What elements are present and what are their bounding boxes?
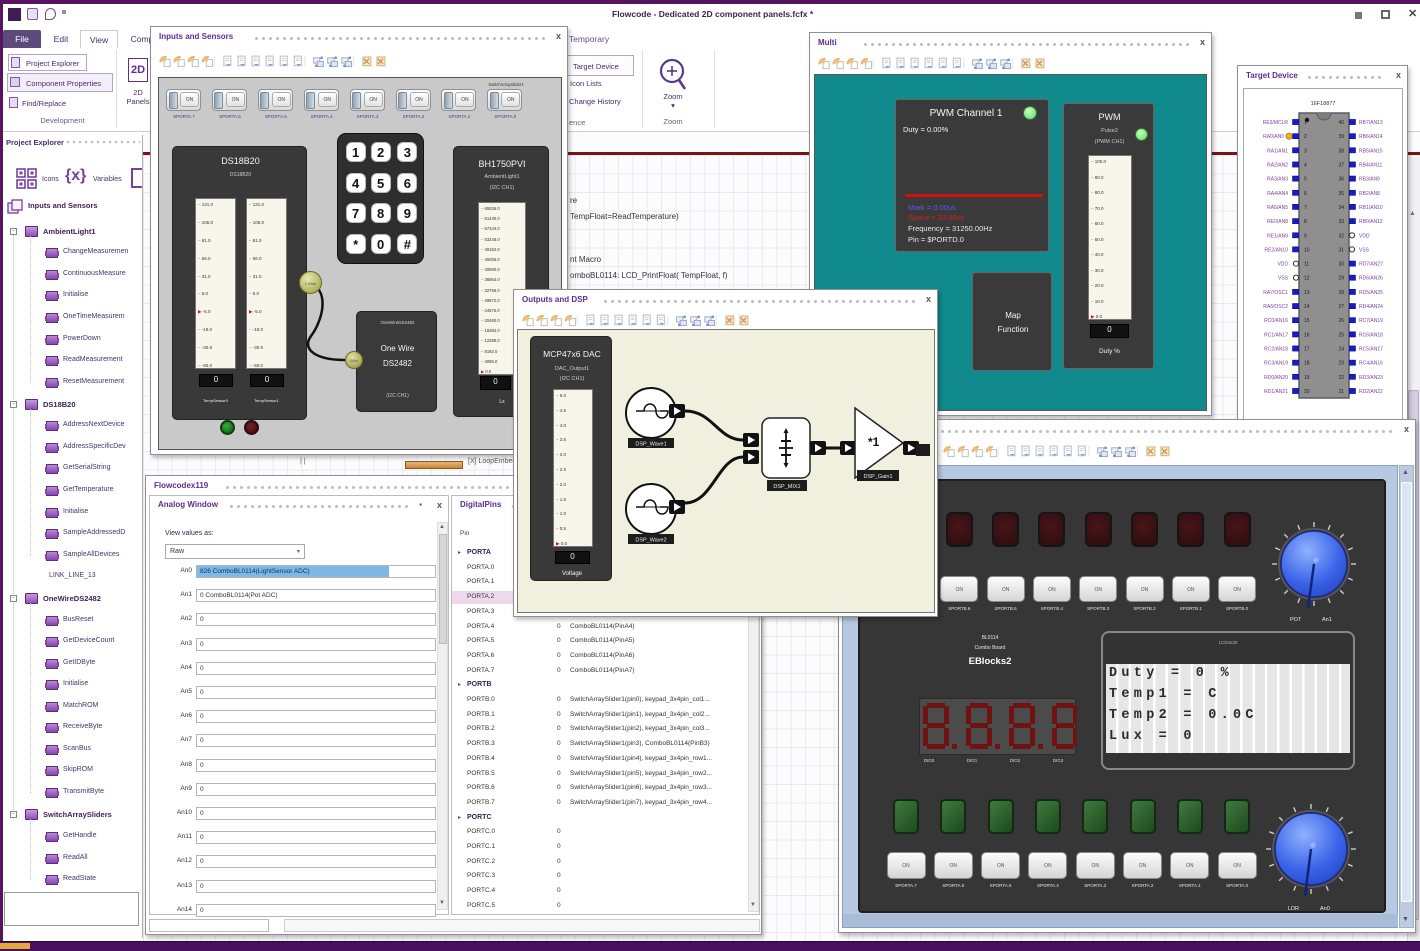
svg-text:RC7/AN19: RC7/AN19 bbox=[1359, 318, 1383, 324]
svg-text:3: 3 bbox=[1304, 148, 1307, 154]
svg-text:8: 8 bbox=[1304, 219, 1307, 225]
svg-text:VDD: VDD bbox=[1277, 262, 1288, 268]
svg-text:RA5/AN5: RA5/AN5 bbox=[1267, 205, 1288, 211]
svg-text:RA2/AN2: RA2/AN2 bbox=[1267, 163, 1288, 169]
svg-text:28: 28 bbox=[1338, 290, 1344, 296]
svg-text:RC0/AN16: RC0/AN16 bbox=[1264, 318, 1288, 324]
svg-text:29: 29 bbox=[1338, 276, 1344, 282]
svg-text:12: 12 bbox=[1304, 276, 1310, 282]
svg-text:RB4/AN11: RB4/AN11 bbox=[1359, 163, 1382, 169]
svg-text:RD3/AN23: RD3/AN23 bbox=[1359, 375, 1383, 381]
svg-text:RA4/AN4: RA4/AN4 bbox=[1267, 191, 1288, 197]
svg-text:RE0/AN8: RE0/AN8 bbox=[1267, 219, 1288, 225]
svg-text:RD7/AN27: RD7/AN27 bbox=[1359, 262, 1383, 268]
svg-text:19: 19 bbox=[1304, 375, 1310, 381]
svg-text:31: 31 bbox=[1338, 247, 1344, 253]
svg-text:RD1/AN21: RD1/AN21 bbox=[1264, 389, 1288, 395]
svg-text:24: 24 bbox=[1338, 347, 1344, 353]
svg-text:25: 25 bbox=[1338, 332, 1344, 338]
svg-text:*1: *1 bbox=[868, 435, 880, 449]
svg-text:21: 21 bbox=[1338, 389, 1344, 395]
svg-text:36: 36 bbox=[1338, 177, 1344, 183]
svg-text:RB1/AN10: RB1/AN10 bbox=[1359, 205, 1383, 211]
svg-text:7: 7 bbox=[1304, 205, 1307, 211]
svg-text:RD6/AN26: RD6/AN26 bbox=[1359, 276, 1383, 282]
svg-text:16: 16 bbox=[1304, 332, 1310, 338]
svg-text:RB6/AN14: RB6/AN14 bbox=[1359, 134, 1383, 140]
svg-text:30: 30 bbox=[1338, 262, 1344, 268]
svg-text:RB7/AN13: RB7/AN13 bbox=[1359, 120, 1383, 126]
svg-text:4: 4 bbox=[1304, 163, 1307, 169]
svg-text:2: 2 bbox=[1304, 134, 1307, 140]
svg-text:VDD: VDD bbox=[1359, 233, 1370, 239]
svg-text:13: 13 bbox=[1304, 290, 1310, 296]
svg-text:RA7/OSC1: RA7/OSC1 bbox=[1263, 290, 1288, 296]
svg-text:RB3/AN9: RB3/AN9 bbox=[1359, 177, 1380, 183]
svg-text:RA3/AN3: RA3/AN3 bbox=[1267, 177, 1288, 183]
svg-text:RA1/AN1: RA1/AN1 bbox=[1267, 148, 1288, 154]
svg-text:1: 1 bbox=[1304, 120, 1307, 126]
svg-text:5: 5 bbox=[1304, 177, 1307, 183]
svg-text:22: 22 bbox=[1338, 375, 1344, 381]
svg-text:11: 11 bbox=[1304, 262, 1309, 268]
svg-text:DSP_Wave2: DSP_Wave2 bbox=[635, 538, 666, 544]
svg-text:34: 34 bbox=[1338, 205, 1344, 211]
svg-text:15: 15 bbox=[1304, 318, 1310, 324]
svg-text:26: 26 bbox=[1338, 318, 1344, 324]
svg-text:VSS: VSS bbox=[1359, 247, 1370, 253]
svg-text:RD2/AN22: RD2/AN22 bbox=[1359, 389, 1383, 395]
svg-text:16F18877: 16F18877 bbox=[1311, 101, 1336, 107]
svg-text:18: 18 bbox=[1304, 361, 1310, 367]
svg-text:DSP_Gain1: DSP_Gain1 bbox=[863, 474, 892, 480]
svg-text:RD0/AN20: RD0/AN20 bbox=[1264, 375, 1288, 381]
svg-text:RC4/AN16: RC4/AN16 bbox=[1359, 361, 1383, 367]
svg-text:32: 32 bbox=[1338, 233, 1344, 239]
svg-text:VSS: VSS bbox=[1278, 276, 1289, 282]
svg-text:RB5/AN15: RB5/AN15 bbox=[1359, 148, 1383, 154]
svg-text:RB0/AN12: RB0/AN12 bbox=[1359, 219, 1383, 225]
svg-text:35: 35 bbox=[1338, 191, 1344, 197]
svg-text:9: 9 bbox=[1304, 233, 1307, 239]
svg-text:RC6/AN18: RC6/AN18 bbox=[1359, 332, 1383, 338]
svg-text:14: 14 bbox=[1304, 304, 1310, 310]
svg-text:40: 40 bbox=[1338, 120, 1344, 126]
svg-text:33: 33 bbox=[1338, 219, 1344, 225]
svg-text:RC1/AN17: RC1/AN17 bbox=[1264, 332, 1288, 338]
svg-text:38: 38 bbox=[1338, 148, 1344, 154]
svg-text:RC5/AN17: RC5/AN17 bbox=[1359, 347, 1383, 353]
svg-text:RD5/AN25: RD5/AN25 bbox=[1359, 290, 1383, 296]
svg-text:27: 27 bbox=[1338, 304, 1344, 310]
svg-text:6: 6 bbox=[1304, 191, 1307, 197]
svg-text:10: 10 bbox=[1304, 247, 1310, 253]
svg-text:DSP_Wave1: DSP_Wave1 bbox=[635, 442, 666, 448]
svg-text:RE3/MCLR: RE3/MCLR bbox=[1263, 120, 1289, 126]
svg-text:20: 20 bbox=[1304, 389, 1310, 395]
svg-text:RC2/AN18: RC2/AN18 bbox=[1264, 347, 1288, 353]
svg-text:RA6/OSC2: RA6/OSC2 bbox=[1263, 304, 1288, 310]
svg-text:23: 23 bbox=[1338, 361, 1344, 367]
svg-text:RE2/AN10: RE2/AN10 bbox=[1264, 247, 1288, 253]
svg-text:37: 37 bbox=[1338, 163, 1344, 169]
svg-text:RE1/AN9: RE1/AN9 bbox=[1267, 233, 1288, 239]
svg-text:RC3/AN19: RC3/AN19 bbox=[1264, 361, 1288, 367]
svg-text:39: 39 bbox=[1338, 134, 1344, 140]
svg-text:RA0/AN0: RA0/AN0 bbox=[1263, 134, 1284, 140]
svg-text:DSP_MIX1: DSP_MIX1 bbox=[773, 484, 800, 490]
svg-text:17: 17 bbox=[1304, 347, 1310, 353]
svg-text:RB2/AN8: RB2/AN8 bbox=[1359, 191, 1380, 197]
svg-text:RD4/AN24: RD4/AN24 bbox=[1359, 304, 1383, 310]
